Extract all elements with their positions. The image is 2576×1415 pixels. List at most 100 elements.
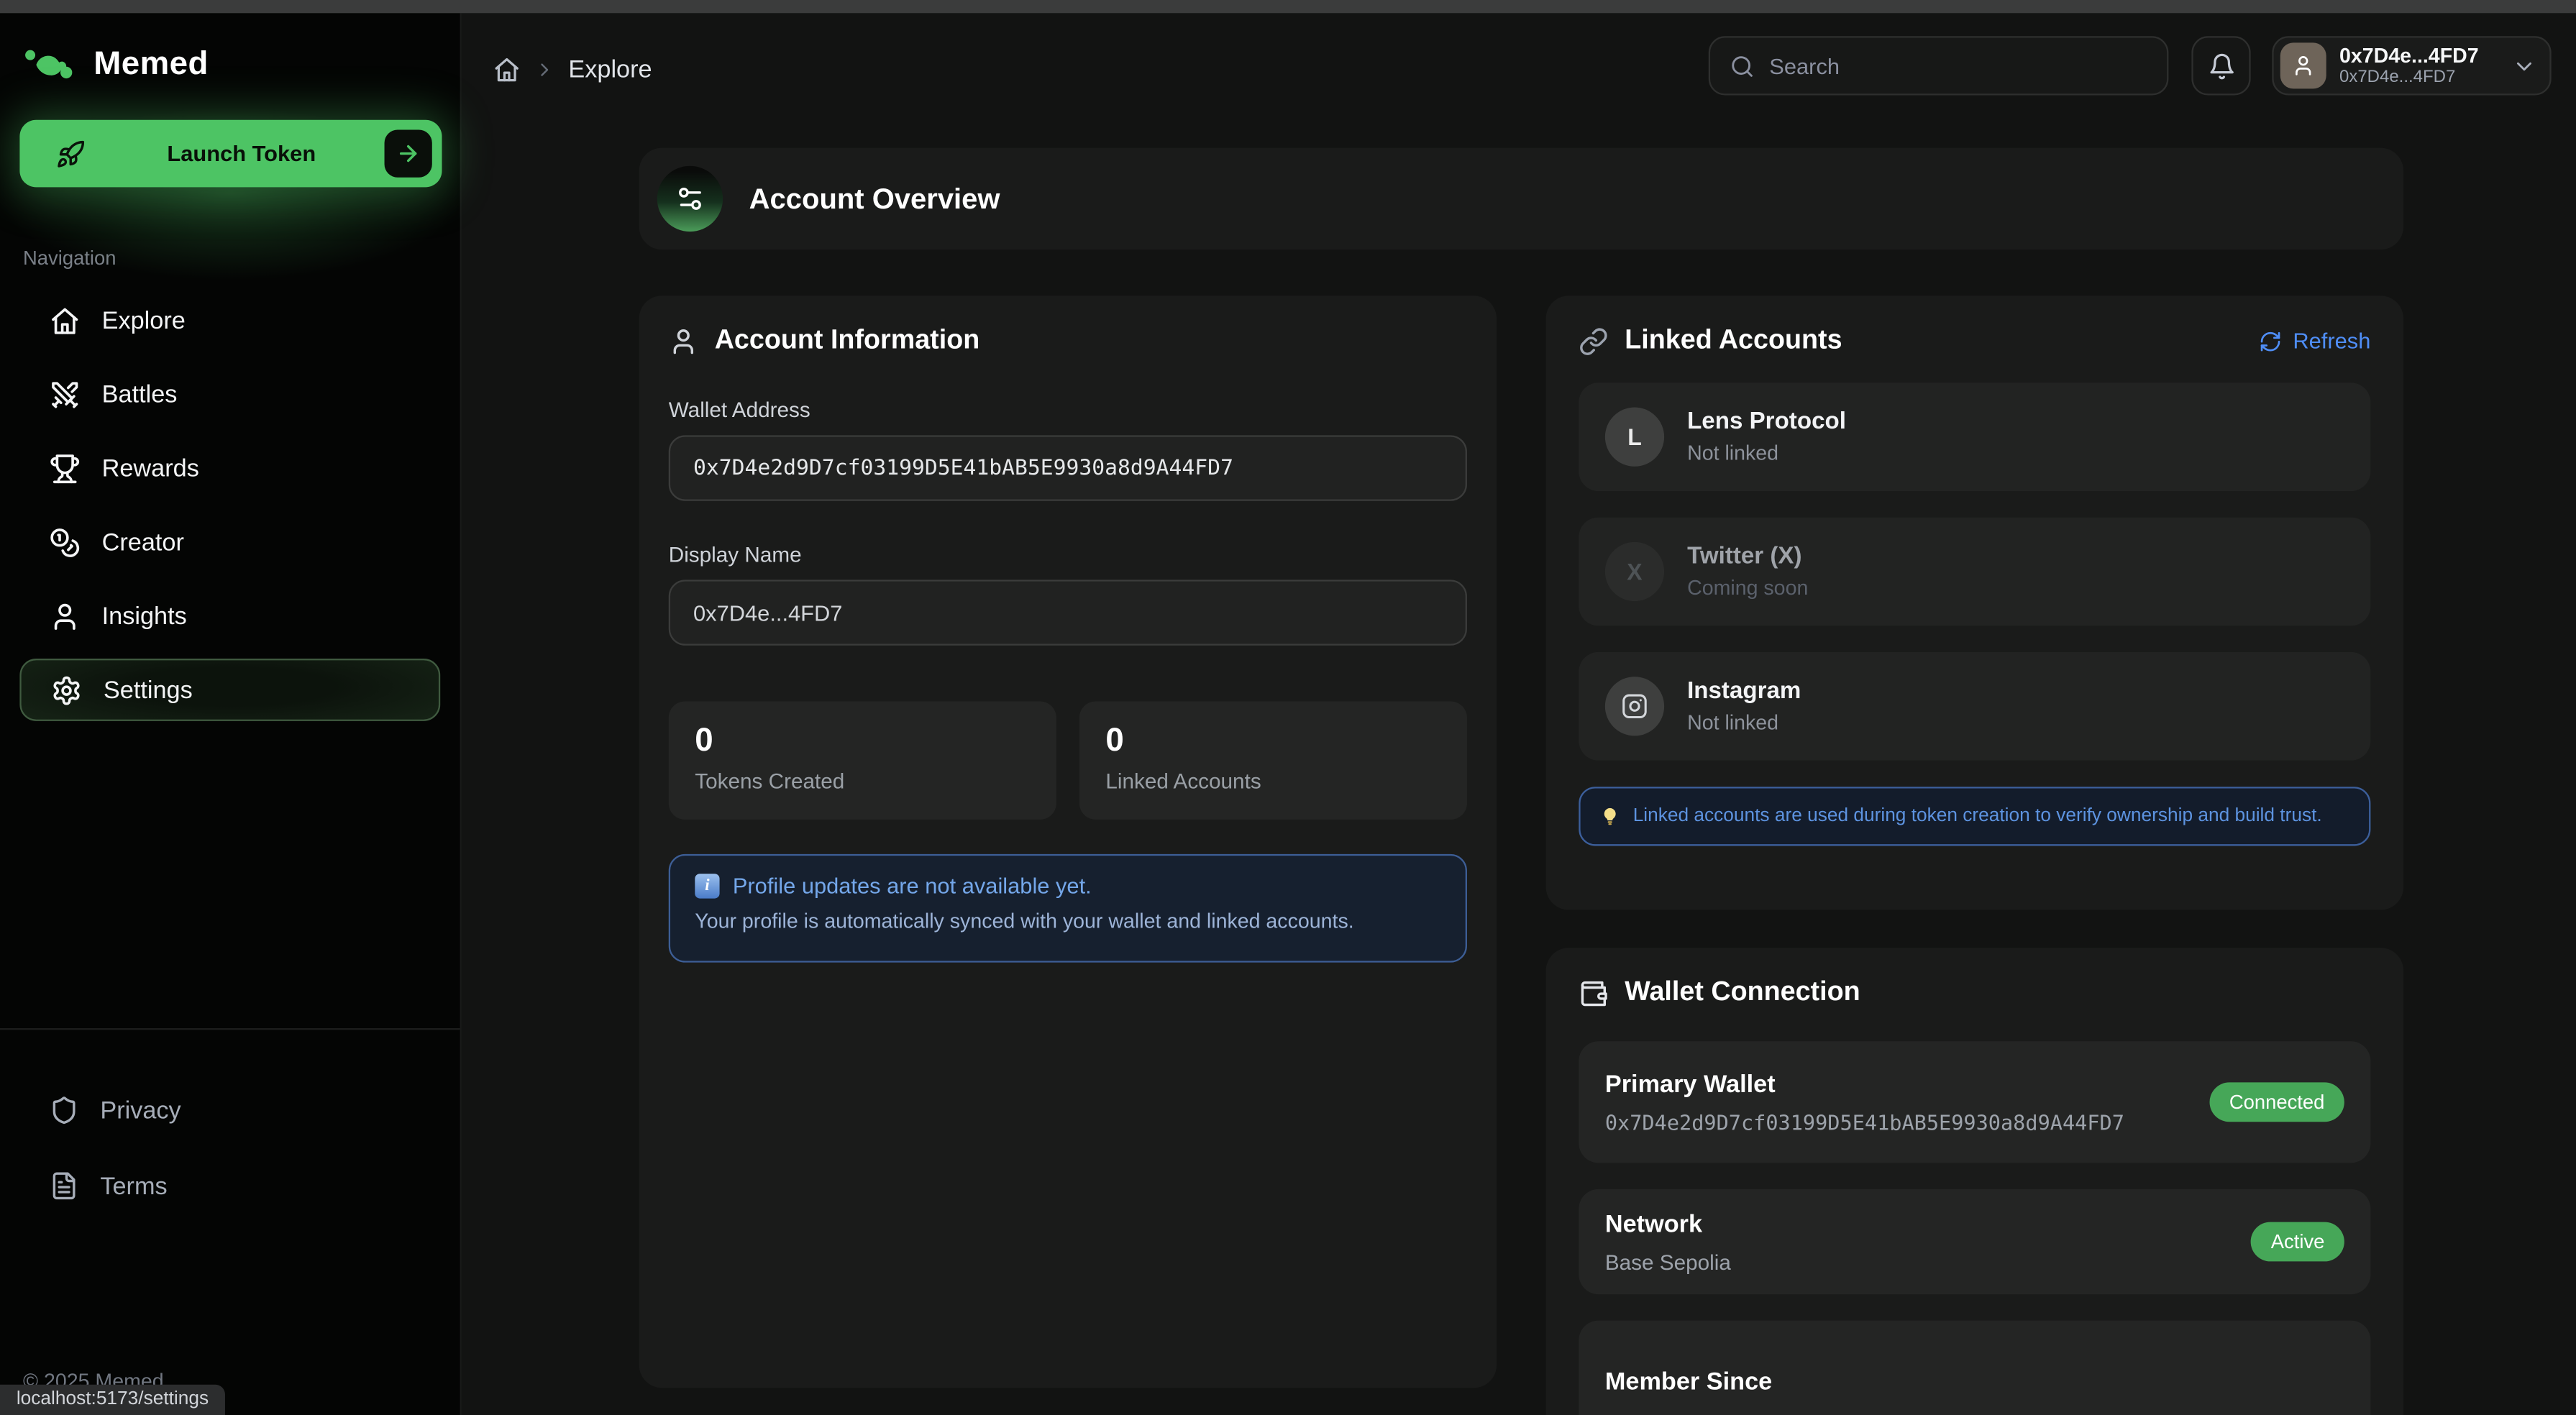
sidebar-item-label: Creator: [102, 528, 184, 556]
row-text: Member Since: [1605, 1368, 2344, 1396]
instagram-icon: [1605, 677, 1664, 736]
sidebar-item-label: Insights: [102, 602, 187, 630]
display-name-label: Display Name: [669, 542, 1467, 567]
sidebar-item-creator[interactable]: Creator: [19, 510, 440, 573]
avatar: [2280, 42, 2326, 88]
display-name-field[interactable]: [669, 580, 1467, 645]
sidebar-item-terms[interactable]: Terms: [19, 1155, 440, 1217]
account-information-card: Account Information Wallet Address Displ…: [639, 296, 1497, 1388]
linked-accounts-card: Linked Accounts Refresh L Len: [1546, 296, 2403, 910]
stat-tokens-created: 0 Tokens Created: [669, 701, 1056, 819]
linked-item-text: Lens Protocol Not linked: [1687, 409, 1846, 465]
linked-item-text: Instagram Not linked: [1687, 678, 1801, 734]
search-icon: [1730, 53, 1754, 78]
sidebar-item-insights[interactable]: Insights: [19, 585, 440, 647]
wallet-address-label: Wallet Address: [669, 398, 1467, 422]
row-text: Primary Wallet 0x7D4e2d9D7cf03199D5E41bA…: [1605, 1070, 2210, 1134]
sidebar-item-battles[interactable]: Battles: [19, 363, 440, 426]
lightbulb-icon: [1600, 807, 1620, 826]
chevron-right-icon: [534, 59, 555, 81]
row-title: Member Since: [1605, 1368, 2344, 1396]
file-text-icon: [50, 1171, 79, 1201]
refresh-label: Refresh: [2293, 329, 2370, 353]
linked-item-text: Twitter (X) Coming soon: [1687, 544, 1808, 600]
linked-item-lens[interactable]: L Lens Protocol Not linked: [1579, 383, 2370, 491]
status-badge: Connected: [2209, 1082, 2344, 1122]
refresh-button[interactable]: Refresh: [2258, 329, 2370, 353]
stat-label: Tokens Created: [695, 769, 1030, 793]
notifications-button[interactable]: [2191, 36, 2250, 95]
sidebar-item-privacy[interactable]: Privacy: [19, 1079, 440, 1142]
sidebar-item-label: Settings: [104, 676, 193, 704]
search-box: [1709, 36, 2169, 95]
twitter-x-avatar: X: [1605, 542, 1664, 601]
wallet-connection-card: Wallet Connection Primary Wallet 0x7D4e2…: [1546, 948, 2403, 1415]
tip-text: Linked accounts are used during token cr…: [1633, 807, 2322, 826]
row-subtitle: Base Sepolia: [1605, 1249, 2251, 1273]
sidebar-item-rewards[interactable]: Rewards: [19, 437, 440, 500]
content-columns: Account Information Wallet Address Displ…: [639, 296, 2403, 1415]
linked-item-instagram[interactable]: Instagram Not linked: [1579, 652, 2370, 761]
linked-item-name: Twitter (X): [1687, 544, 1808, 570]
brand-name: Memed: [93, 46, 209, 84]
refresh-icon: [2258, 329, 2281, 352]
coins-icon: [50, 526, 81, 557]
linked-item-twitter: X Twitter (X) Coming soon: [1579, 518, 2370, 626]
sidebar-item-label: Battles: [102, 380, 178, 408]
info-icon: i: [695, 874, 719, 898]
card-title: Wallet Connection: [1625, 977, 1860, 1008]
sidebar-item-explore[interactable]: Explore: [19, 289, 440, 352]
wallet-icon: [1579, 978, 1608, 1007]
linked-item-name: Instagram: [1687, 678, 1801, 705]
main-area: Explore 0x7D4e...4FD7 0x7D4e...4FD7: [462, 13, 2576, 1415]
sidebar-nav: Explore Battles Rewards Creator: [0, 289, 460, 721]
right-column: Linked Accounts Refresh L Len: [1546, 296, 2403, 1415]
shield-icon: [50, 1096, 79, 1125]
breadcrumb: Explore: [493, 56, 652, 84]
search-input[interactable]: [1769, 53, 2147, 78]
chevron-down-icon: [2512, 53, 2536, 78]
page-content: Account Overview Account Information Wal…: [639, 148, 2403, 1415]
user-icon: [50, 600, 81, 631]
lens-avatar: L: [1605, 408, 1664, 467]
breadcrumb-current[interactable]: Explore: [568, 56, 652, 84]
wallet-address-short-sub: 0x7D4e...4FD7: [2339, 68, 2499, 88]
wallet-address-short: 0x7D4e...4FD7: [2339, 44, 2499, 68]
linked-item-status: Coming soon: [1687, 577, 1808, 600]
launch-token-button[interactable]: Launch Token: [19, 120, 442, 188]
stat-label: Linked Accounts: [1105, 769, 1440, 793]
wallet-connection-header: Wallet Connection: [1579, 977, 2370, 1008]
bell-icon: [2207, 52, 2235, 80]
status-badge: Active: [2251, 1222, 2344, 1262]
arrow-right-icon: [385, 129, 432, 177]
trophy-icon: [50, 452, 81, 483]
linked-item-status: Not linked: [1687, 442, 1846, 465]
row-subtitle: 0x7D4e2d9D7cf03199D5E41bAB5E9930a8d9A44F…: [1605, 1109, 2210, 1134]
member-since-row: Member Since: [1579, 1321, 2370, 1415]
linked-accounts-header: Linked Accounts Refresh: [1579, 325, 2370, 356]
row-text: Network Base Sepolia: [1605, 1209, 2251, 1273]
home-icon[interactable]: [493, 56, 521, 84]
home-icon: [50, 305, 81, 336]
row-title: Network: [1605, 1209, 2251, 1237]
memed-logo-icon: [23, 46, 79, 84]
linked-item-name: Lens Protocol: [1687, 409, 1846, 436]
rocket-icon: [56, 139, 86, 168]
window-chrome-strip: [0, 0, 2576, 13]
notice-body: Your profile is automatically synced wit…: [695, 910, 1440, 933]
profile-update-notice: i Profile updates are not available yet.…: [669, 854, 1467, 963]
launch-token-label: Launch Token: [99, 141, 384, 165]
browser-status-bar: localhost:5173/settings: [0, 1384, 225, 1415]
stat-linked-accounts: 0 Linked Accounts: [1079, 701, 1467, 819]
wallet-account-menu[interactable]: 0x7D4e...4FD7 0x7D4e...4FD7: [2272, 36, 2551, 95]
card-title: Linked Accounts: [1625, 325, 1842, 356]
wallet-address-field[interactable]: [669, 435, 1467, 500]
row-title: Primary Wallet: [1605, 1070, 2210, 1098]
sidebar-item-settings[interactable]: Settings: [19, 659, 440, 721]
link-icon: [1579, 326, 1608, 355]
card-title: Account Information: [715, 325, 980, 356]
user-icon: [669, 326, 698, 355]
sidebar-item-label: Explore: [102, 306, 186, 334]
gear-icon: [51, 674, 82, 705]
sidebar: Memed Launch Token Navigation: [0, 13, 462, 1415]
